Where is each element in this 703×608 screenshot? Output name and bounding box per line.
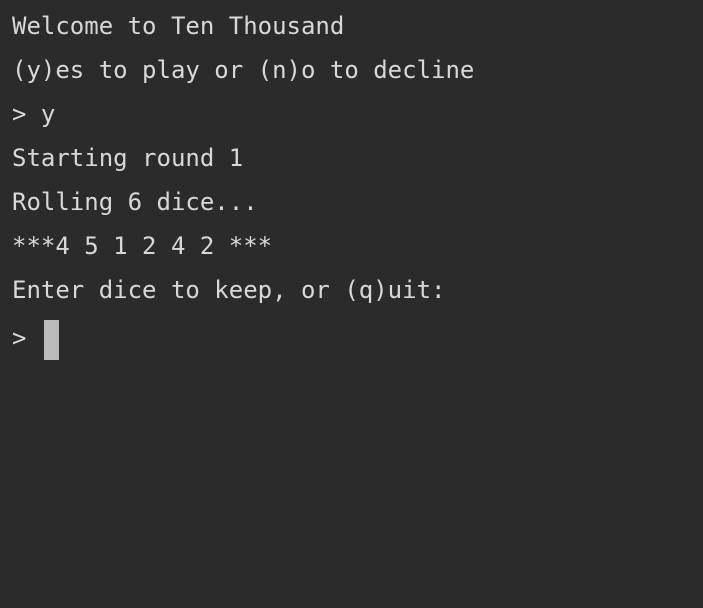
input-line-answer: > y bbox=[12, 100, 56, 128]
terminal-window[interactable]: Welcome to Ten Thousand (y)es to play or… bbox=[0, 0, 703, 608]
output-line-round: Starting round 1 bbox=[12, 144, 244, 172]
output-line-keep-prompt: Enter dice to keep, or (q)uit: bbox=[12, 276, 446, 304]
input-prompt-line[interactable]: > bbox=[12, 316, 703, 360]
text-cursor[interactable] bbox=[44, 320, 60, 360]
output-line-dice: ***4 5 1 2 4 2 *** bbox=[12, 232, 273, 260]
prompt-symbol: > bbox=[12, 324, 27, 352]
output-line-welcome: Welcome to Ten Thousand bbox=[12, 12, 345, 40]
output-line-play-prompt: (y)es to play or (n)o to decline bbox=[12, 56, 475, 84]
output-line-rolling: Rolling 6 dice... bbox=[12, 188, 258, 216]
